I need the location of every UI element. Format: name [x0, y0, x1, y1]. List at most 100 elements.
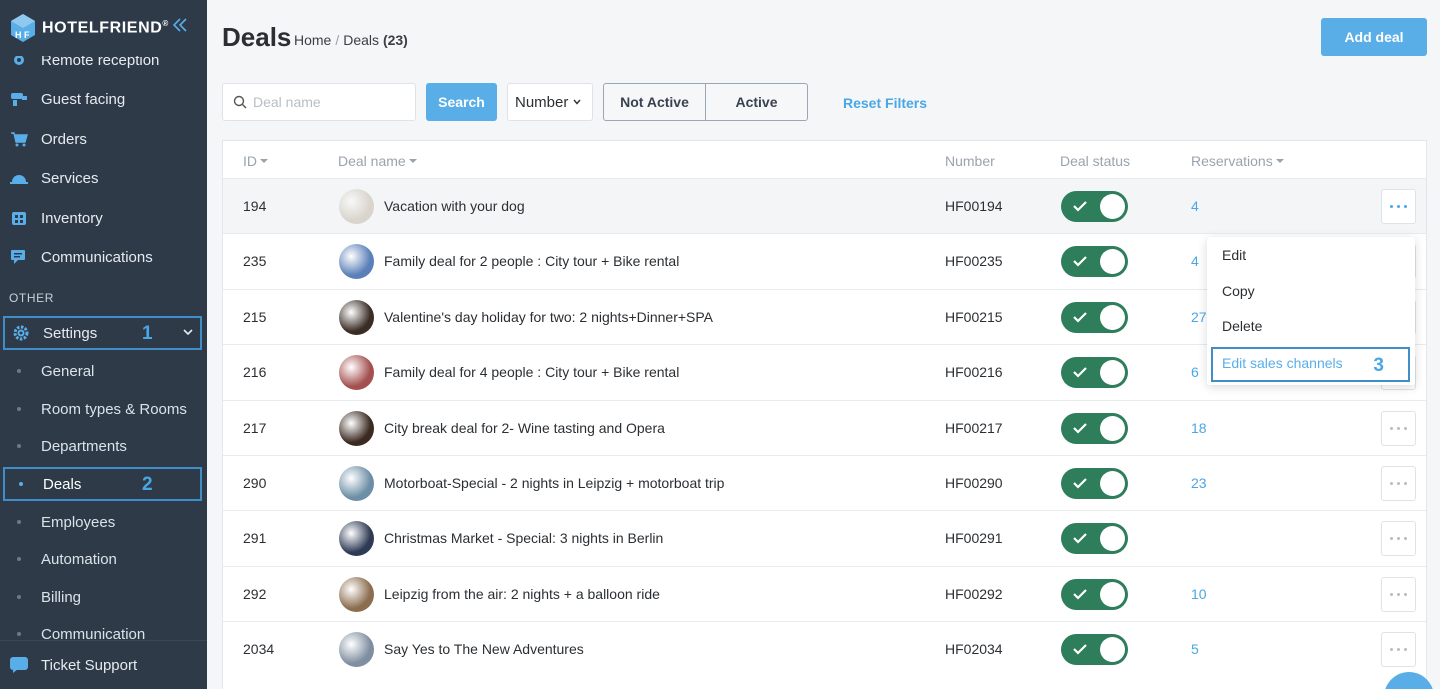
row-actions-menu: Edit Copy Delete Edit sales channels 3	[1207, 237, 1415, 385]
deal-status-toggle[interactable]	[1061, 302, 1128, 333]
deal-reservations-link[interactable]: 10	[1191, 586, 1207, 602]
add-deal-button[interactable]: Add deal	[1321, 18, 1427, 56]
column-header-label: Deal status	[1060, 153, 1131, 169]
deal-status-toggle[interactable]	[1061, 634, 1128, 665]
menu-item-delete[interactable]: Delete	[1222, 318, 1262, 334]
deal-status-toggle[interactable]	[1061, 579, 1128, 610]
deal-name[interactable]: Say Yes to The New Adventures	[384, 641, 584, 657]
column-header-reservations[interactable]: Reservations	[1191, 153, 1284, 169]
more-dots-icon	[1390, 648, 1407, 651]
sidebar-item-settings[interactable]: Settings 1	[3, 316, 202, 350]
search-icon	[233, 95, 247, 109]
collapse-sidebar-icon[interactable]	[171, 16, 189, 36]
sidebar-sub-item-room-types[interactable]: Room types & Rooms	[0, 392, 207, 426]
brand-name: HOTELFRIEND®	[42, 18, 169, 37]
deal-status-toggle[interactable]	[1061, 357, 1128, 388]
hotelfriend-logo-icon: H F	[11, 14, 35, 42]
check-icon	[1073, 478, 1087, 489]
sidebar-sub-item-automation[interactable]: Automation	[0, 542, 207, 576]
row-more-button[interactable]	[1381, 632, 1416, 667]
column-header-label: Reservations	[1191, 153, 1273, 169]
sidebar-item-ticket-support[interactable]: Ticket Support	[0, 640, 207, 689]
deal-name[interactable]: Family deal for 4 people : City tour + B…	[384, 364, 679, 380]
step-number-2: 2	[142, 474, 153, 495]
deal-reservations-link[interactable]: 23	[1191, 475, 1207, 491]
deal-status-toggle[interactable]	[1061, 413, 1128, 444]
step-number-3: 3	[1373, 355, 1384, 376]
column-header-deal-name[interactable]: Deal name	[338, 153, 417, 169]
search-input[interactable]	[253, 94, 403, 110]
sidebar-item-label: Communications	[41, 248, 153, 266]
sidebar-sub-item-billing[interactable]: Billing	[0, 580, 207, 614]
toggle-knob	[1100, 305, 1125, 330]
number-select[interactable]: Number	[507, 83, 593, 121]
deal-status-toggle[interactable]	[1061, 523, 1128, 554]
deal-name[interactable]: Vacation with your dog	[384, 198, 525, 214]
deal-reservations-link[interactable]: 4	[1191, 253, 1199, 269]
deals-count: (23)	[382, 32, 408, 48]
deal-thumbnail	[339, 632, 374, 667]
sidebar-item-orders[interactable]: Orders	[0, 121, 207, 157]
sidebar-item-services[interactable]: Services	[0, 160, 207, 196]
bullet-icon	[17, 369, 21, 373]
deal-reservations-link[interactable]: 5	[1191, 641, 1199, 657]
menu-item-edit-sales-channels[interactable]: Edit sales channels 3	[1211, 347, 1410, 382]
support-chat-icon	[10, 657, 28, 673]
sidebar-sub-item-departments[interactable]: Departments	[0, 429, 207, 463]
deal-reservations-link[interactable]: 18	[1191, 420, 1207, 436]
deal-name[interactable]: Motorboat-Special - 2 nights in Leipzig …	[384, 475, 724, 491]
filter-not-active-button[interactable]: Not Active	[603, 83, 706, 121]
sidebar-sub-item-general[interactable]: General	[0, 354, 207, 388]
deal-status-toggle[interactable]	[1061, 468, 1128, 499]
sidebar-item-inventory[interactable]: Inventory	[0, 200, 207, 236]
table-row: 290 Motorboat-Special - 2 nights in Leipz…	[223, 455, 1426, 510]
deal-name[interactable]: City break deal for 2- Wine tasting and …	[384, 420, 665, 436]
table-row: 292 Leipzig from the air: 2 nights + a ba…	[223, 566, 1426, 621]
deal-status-toggle[interactable]	[1061, 191, 1128, 222]
column-header-id[interactable]: ID	[243, 153, 268, 169]
filter-active-button[interactable]: Active	[705, 83, 808, 121]
check-icon	[1073, 589, 1087, 600]
sidebar-item-communications[interactable]: Communications	[0, 239, 207, 275]
deal-name[interactable]: Family deal for 2 people : City tour + B…	[384, 253, 679, 269]
sidebar-item-label: Guest facing	[41, 90, 126, 108]
concierge-icon	[9, 90, 29, 108]
table-row: 291 Christmas Market - Special: 3 nights …	[223, 510, 1426, 565]
sidebar-item-label: Settings	[43, 324, 98, 342]
sidebar-sub-item-label: Room types & Rooms	[41, 400, 187, 418]
search-button[interactable]: Search	[426, 83, 497, 121]
deal-name[interactable]: Leipzig from the air: 2 nights + a ballo…	[384, 586, 660, 602]
sidebar-sub-item-deals[interactable]: Deals 2	[3, 467, 202, 501]
row-more-button[interactable]	[1381, 189, 1416, 224]
reset-filters-link[interactable]: Reset Filters	[843, 95, 927, 111]
deal-number: HF00291	[945, 530, 1003, 546]
check-icon	[1073, 256, 1087, 267]
deal-status-toggle[interactable]	[1061, 246, 1128, 277]
bullet-icon	[19, 482, 23, 486]
deal-name[interactable]: Christmas Market - Special: 3 nights in …	[384, 530, 663, 546]
sidebar-sub-item-employees[interactable]: Employees	[0, 505, 207, 539]
row-more-button[interactable]	[1381, 466, 1416, 501]
deal-reservations-link[interactable]: 4	[1191, 198, 1199, 214]
breadcrumb-current: Deals	[343, 32, 380, 48]
deal-reservations-link[interactable]: 27	[1191, 309, 1207, 325]
number-select-value: Number	[515, 93, 569, 111]
sidebar-item-label: Ticket Support	[41, 656, 138, 674]
breadcrumb-home[interactable]: Home	[294, 32, 331, 48]
check-icon	[1073, 533, 1087, 544]
menu-item-edit[interactable]: Edit	[1222, 247, 1246, 263]
sidebar-item-guest-facing[interactable]: Guest facing	[0, 81, 207, 117]
sidebar-item-label: Inventory	[41, 209, 103, 227]
deal-name[interactable]: Valentine's day holiday for two: 2 night…	[384, 309, 713, 325]
sidebar-sub-item-label: General	[41, 362, 95, 380]
deal-id: 235	[243, 253, 267, 269]
row-more-button[interactable]	[1381, 411, 1416, 446]
menu-item-copy[interactable]: Copy	[1222, 283, 1255, 299]
toggle-knob	[1100, 416, 1125, 441]
row-more-button[interactable]	[1381, 521, 1416, 556]
deals-table: ID Deal name Number Deal status Reservat…	[222, 140, 1427, 689]
more-dots-icon	[1390, 427, 1407, 430]
row-more-button[interactable]	[1381, 577, 1416, 612]
deal-reservations-link[interactable]: 6	[1191, 364, 1199, 380]
deal-thumbnail	[339, 300, 374, 335]
